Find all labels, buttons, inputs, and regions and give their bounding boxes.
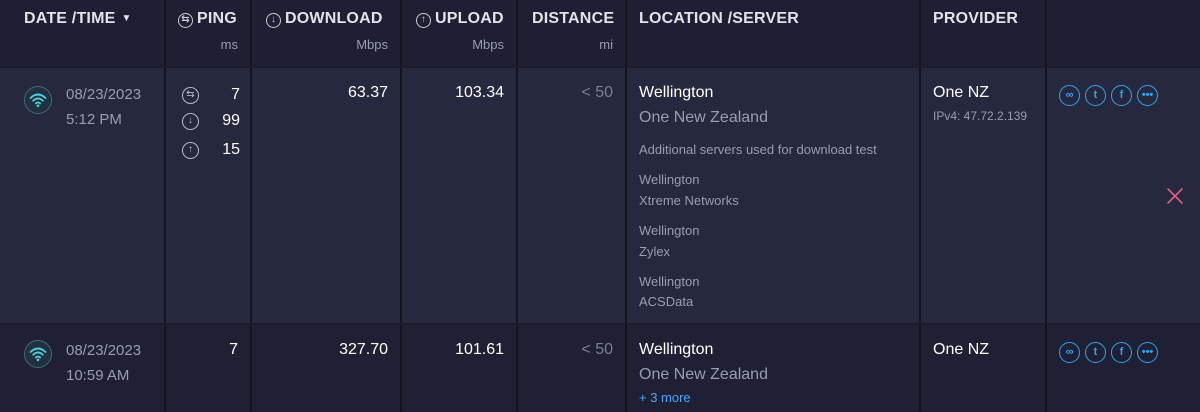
location-cell: Wellington One New Zealand + 3 more [627,325,921,412]
wifi-icon [24,340,52,368]
additional-server-city: Wellington [639,274,700,289]
distance-value: < 50 [581,84,613,101]
twitter-icon[interactable]: t [1085,342,1106,363]
upload-icon: ↑ [416,13,431,28]
additional-server-city: Wellington [639,172,700,187]
server-city: Wellington [639,341,714,358]
provider-cell: One NZ [921,325,1047,412]
upload-value: 101.61 [455,341,504,358]
date-cell: 08/23/2023 10:59 AM [12,325,166,412]
header-date-time[interactable]: DATE /TIME ▼ [12,0,166,66]
server-city: Wellington [639,84,714,101]
more-icon[interactable]: ••• [1137,85,1158,106]
header-distance: DISTANCE mi [518,0,627,66]
provider-cell: One NZ IPv4: 47.72.2.139 [921,68,1047,323]
more-servers-link[interactable]: + 3 more [639,390,691,405]
test-time: 10:59 AM [66,367,130,384]
link-icon[interactable]: ∞ [1059,85,1080,106]
date-cell: 08/23/2023 5:12 PM [12,68,166,323]
additional-server-name: Xtreme Networks [639,193,739,208]
actions-cell: ∞ t f ••• [1047,68,1200,323]
download-icon: ↓ [266,13,281,28]
distance-value: < 50 [581,341,613,358]
additional-servers-label: Additional servers used for download tes… [639,142,877,157]
ping-value: 7 [229,341,238,358]
close-icon[interactable] [1166,187,1184,205]
facebook-icon[interactable]: f [1111,85,1132,106]
upload-cell: 101.61 [402,325,518,412]
ping-icon: ⇆ [178,13,193,28]
share-buttons: ∞ t f ••• [1059,85,1158,106]
results-table: DATE /TIME ▼ ⇆ PING ms ↓ DOWNLOAD Mbps ↑ UPL… [0,0,1200,412]
download-cell: 327.70 [252,325,402,412]
wifi-icon [24,86,52,114]
link-icon[interactable]: ∞ [1059,342,1080,363]
additional-server-name: ACSData [639,294,694,309]
provider-name: One NZ [933,84,990,101]
provider-name: One NZ [933,341,990,358]
location-cell: Wellington One New Zealand Additional se… [627,68,921,323]
distance-cell: < 50 [518,68,627,323]
ping-cell: 7 [166,325,252,412]
server-sponsor: One New Zealand [639,109,768,126]
server-sponsor: One New Zealand [639,366,768,383]
download-value: 63.37 [347,84,388,101]
table-row[interactable]: 08/23/2023 10:59 AM 7 327.70 101.61 < 50… [0,325,1200,412]
actions-cell: ∞ t f ••• [1047,325,1200,412]
distance-cell: < 50 [518,325,627,412]
upload-cell: 103.34 [402,68,518,323]
ip-address: IPv4: 47.72.2.139 [933,109,1028,123]
download-value: 327.70 [339,341,388,358]
upload-ping-icon: ↑ [182,142,199,159]
idle-ping-value: 7 [231,86,240,103]
table-header: DATE /TIME ▼ ⇆ PING ms ↓ DOWNLOAD Mbps ↑ UPL… [0,0,1200,66]
upload-ping-value: 15 [222,141,240,158]
twitter-icon[interactable]: t [1085,85,1106,106]
header-provider: PROVIDER [921,0,1047,66]
test-time: 5:12 PM [66,111,122,128]
ping-cell: ⇆ 7 ↓ 99 ↑ 15 [166,68,252,323]
header-upload: ↑ UPLOAD Mbps [402,0,518,66]
table-row[interactable]: 08/23/2023 5:12 PM ⇆ 7 ↓ 99 ↑ 15 63.37 1… [0,68,1200,323]
facebook-icon[interactable]: f [1111,342,1132,363]
test-date: 08/23/2023 [66,86,142,103]
download-cell: 63.37 [252,68,402,323]
download-ping-icon: ↓ [182,113,199,130]
download-ping-value: 99 [222,112,240,129]
additional-server-name: Zylex [639,244,671,259]
header-download: ↓ DOWNLOAD Mbps [252,0,402,66]
test-date: 08/23/2023 [66,342,142,359]
idle-ping-icon: ⇆ [182,87,199,104]
sort-caret-icon: ▼ [121,13,132,24]
more-icon[interactable]: ••• [1137,342,1158,363]
header-location: LOCATION /SERVER [627,0,921,66]
upload-value: 103.34 [455,84,504,101]
additional-server-city: Wellington [639,223,700,238]
header-ping: ⇆ PING ms [166,0,252,66]
share-buttons: ∞ t f ••• [1059,342,1158,363]
